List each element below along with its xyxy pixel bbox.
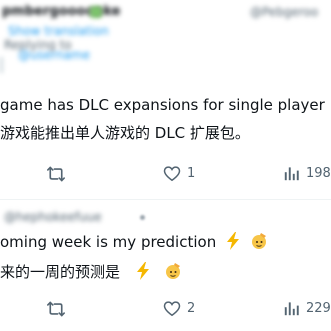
post-divider <box>0 199 331 200</box>
thread-line <box>0 57 3 73</box>
post-2-author-name[interactable]: @hephokeefuue <box>4 210 102 224</box>
post-2-retweet-button[interactable] <box>46 300 72 318</box>
saluting-face-emoji-icon <box>251 233 266 249</box>
verified-badge-icon <box>90 6 102 18</box>
heart-icon <box>163 301 181 317</box>
post-1-views-button[interactable]: 198 <box>284 165 331 181</box>
lightning-emoji-icon <box>136 262 149 280</box>
lightning-emoji-icon <box>226 232 239 250</box>
bar-chart-icon <box>284 302 299 316</box>
retweet-icon <box>46 301 65 317</box>
post-1-author-name[interactable]: pmbergoooooke <box>2 4 120 19</box>
post-1-retweet-button[interactable] <box>46 165 72 183</box>
post-1-text-zh: 游戏能推出单人游戏的 DLC 扩展包。 <box>0 124 250 142</box>
separator-dot <box>140 215 145 220</box>
post-1-text-en: game has DLC expansions for single playe… <box>0 96 325 114</box>
post-2-like-button[interactable]: 2 <box>163 300 195 317</box>
post-1-reply-handle[interactable]: @username <box>18 48 90 62</box>
post-2-views-button[interactable]: 229 <box>284 300 331 316</box>
post-1-author-handle[interactable]: @Pebgeroo <box>250 5 318 19</box>
retweet-icon <box>46 166 65 182</box>
post-1-like-button[interactable]: 1 <box>163 165 195 182</box>
post-2-view-count: 229 <box>306 300 331 316</box>
heart-icon <box>163 166 181 182</box>
post-1-view-count: 198 <box>306 165 331 181</box>
post-2-text-zh: 来的一周的预测是 <box>0 262 182 281</box>
post-1-translation-link[interactable]: Show translation <box>8 24 109 38</box>
post-2-text-zh-content: 来的一周的预测是 <box>0 263 121 281</box>
post-1-like-count: 1 <box>187 166 196 181</box>
bar-chart-icon <box>284 167 299 181</box>
post-2-text-en: oming week is my prediction <box>0 232 268 251</box>
post-2-text-en-content: oming week is my prediction <box>0 233 217 251</box>
saluting-face-emoji-icon <box>165 263 180 279</box>
post-2-like-count: 2 <box>187 301 196 316</box>
